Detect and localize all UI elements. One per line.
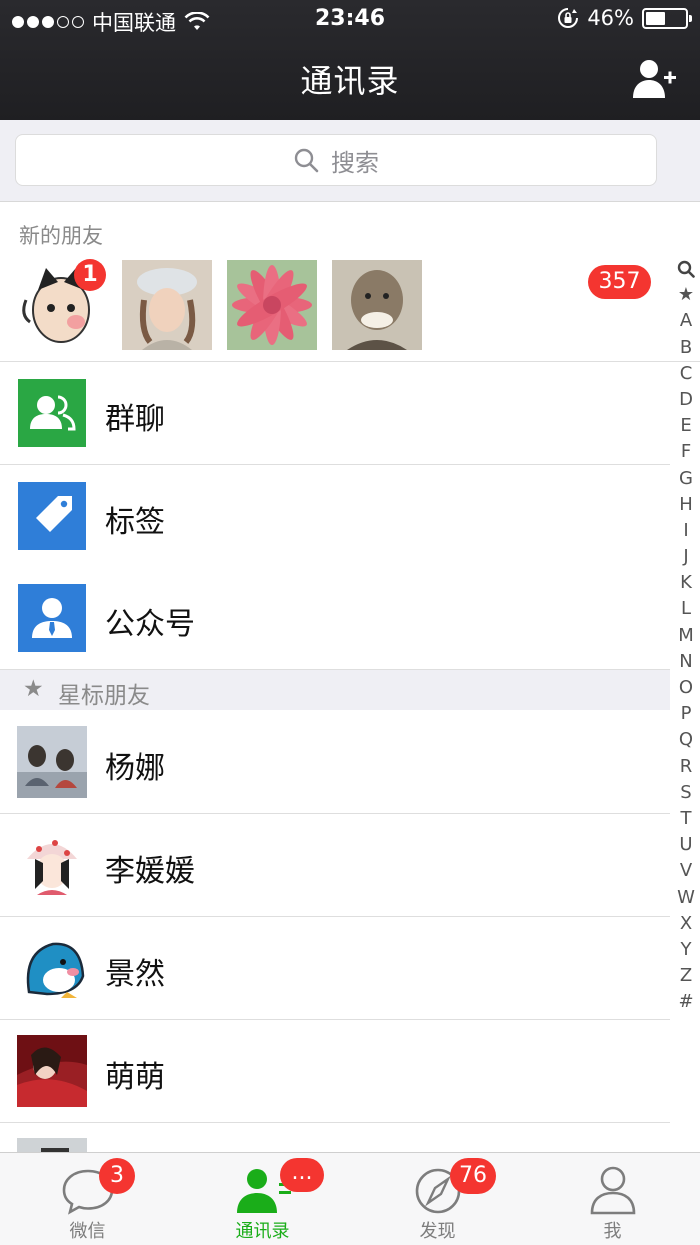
avatar — [17, 1035, 87, 1107]
new-friends-row[interactable]: 1 357 — [0, 258, 700, 362]
tab-contacts[interactable]: ... 通讯录 — [175, 1153, 350, 1245]
official-accounts-row[interactable]: 公众号 — [0, 567, 670, 670]
battery-icon — [642, 7, 692, 29]
avatar[interactable] — [227, 260, 317, 350]
page-title: 通讯录 — [300, 62, 400, 100]
tag-icon — [18, 482, 86, 550]
tags-label: 标签 — [105, 505, 165, 540]
avatar — [17, 829, 87, 901]
starred-header-label: 星标朋友 — [58, 683, 150, 709]
tab-discover[interactable]: 76 发现 — [350, 1153, 525, 1245]
index-letter[interactable]: F — [672, 439, 700, 465]
index-letter[interactable]: L — [672, 596, 700, 622]
contact-row[interactable]: 萌萌 — [0, 1020, 670, 1123]
index-letter[interactable]: V — [672, 858, 700, 884]
status-bar: 中国联通 23:46 46% — [0, 0, 700, 40]
avatar[interactable] — [332, 260, 422, 350]
contact-row[interactable]: 杨娜 — [0, 711, 670, 814]
group-chat-icon — [18, 379, 86, 447]
index-letter[interactable]: X — [672, 911, 700, 937]
avatar — [17, 726, 87, 798]
index-letter[interactable]: C — [672, 361, 700, 387]
contacts-badge: ... — [280, 1158, 324, 1192]
star-icon: ★ — [23, 676, 44, 702]
index-letter[interactable]: Y — [672, 937, 700, 963]
search-icon — [294, 148, 319, 173]
add-friend-icon[interactable] — [632, 58, 678, 100]
index-letter[interactable]: P — [672, 701, 700, 727]
index-letter[interactable]: J — [672, 544, 700, 570]
index-letter[interactable]: U — [672, 832, 700, 858]
tab-label: 通讯录 — [235, 1221, 290, 1242]
new-friends-label: 新的朋友 — [19, 224, 103, 248]
contact-name: 萌萌 — [105, 1060, 165, 1095]
index-letter[interactable]: D — [672, 387, 700, 413]
me-icon — [590, 1166, 636, 1215]
header: 中国联通 23:46 46% 通讯录 — [0, 0, 700, 120]
contact-row[interactable]: 李媛媛 — [0, 814, 670, 917]
index-letter[interactable]: A — [672, 308, 700, 334]
index-letter[interactable]: H — [672, 492, 700, 518]
tab-me[interactable]: 我 — [525, 1153, 700, 1245]
alphabet-index[interactable]: ★ A B C D E F G H I J K L M N O P Q R S … — [672, 256, 700, 1015]
index-letter[interactable]: B — [672, 335, 700, 361]
new-friends-count-badge: 357 — [588, 265, 651, 299]
index-letter[interactable]: O — [672, 675, 700, 701]
tags-row[interactable]: 标签 — [0, 465, 670, 568]
contact-row[interactable]: 景然 — [0, 917, 670, 1020]
tab-label: 发现 — [419, 1221, 456, 1242]
official-accounts-label: 公众号 — [105, 607, 195, 642]
group-chat-label: 群聊 — [105, 402, 165, 437]
index-letter[interactable]: G — [672, 466, 700, 492]
index-letter[interactable]: K — [672, 570, 700, 596]
contact-name: 李媛媛 — [105, 854, 195, 889]
index-letter[interactable]: Z — [672, 963, 700, 989]
chats-badge: 3 — [99, 1158, 135, 1194]
index-letter[interactable]: ★ — [672, 282, 700, 308]
search-placeholder: 搜索 — [331, 148, 379, 177]
avatar[interactable] — [122, 260, 212, 350]
index-letter[interactable]: W — [672, 885, 700, 911]
index-letter[interactable]: S — [672, 780, 700, 806]
search-input[interactable]: 搜索 — [15, 134, 657, 186]
battery-percent: 46% — [587, 6, 634, 30]
index-letter[interactable]: R — [672, 754, 700, 780]
index-letter[interactable]: M — [672, 623, 700, 649]
contact-name: 景然 — [105, 957, 165, 992]
tab-chats[interactable]: 3 微信 — [0, 1153, 175, 1245]
index-letter[interactable]: N — [672, 649, 700, 675]
starred-section-header: ★ 星标朋友 — [0, 670, 670, 710]
tab-label: 我 — [603, 1221, 622, 1242]
official-account-icon — [18, 584, 86, 652]
index-search-icon[interactable] — [672, 256, 700, 282]
index-letter[interactable]: T — [672, 806, 700, 832]
index-letter[interactable]: # — [672, 989, 700, 1015]
contact-name: 杨娜 — [105, 751, 165, 786]
index-letter[interactable]: Q — [672, 727, 700, 753]
search-area: 搜索 — [0, 120, 700, 202]
tab-label: 微信 — [69, 1221, 106, 1242]
index-letter[interactable]: E — [672, 413, 700, 439]
group-chat-row[interactable]: 群聊 — [0, 362, 670, 465]
new-friend-badge: 1 — [74, 259, 106, 291]
index-letter[interactable]: I — [672, 518, 700, 544]
avatar — [17, 932, 87, 1004]
discover-badge: 76 — [450, 1158, 496, 1194]
rotation-lock-icon — [558, 8, 579, 28]
tab-bar: 3 微信 ... 通讯录 76 发现 我 — [0, 1152, 700, 1245]
